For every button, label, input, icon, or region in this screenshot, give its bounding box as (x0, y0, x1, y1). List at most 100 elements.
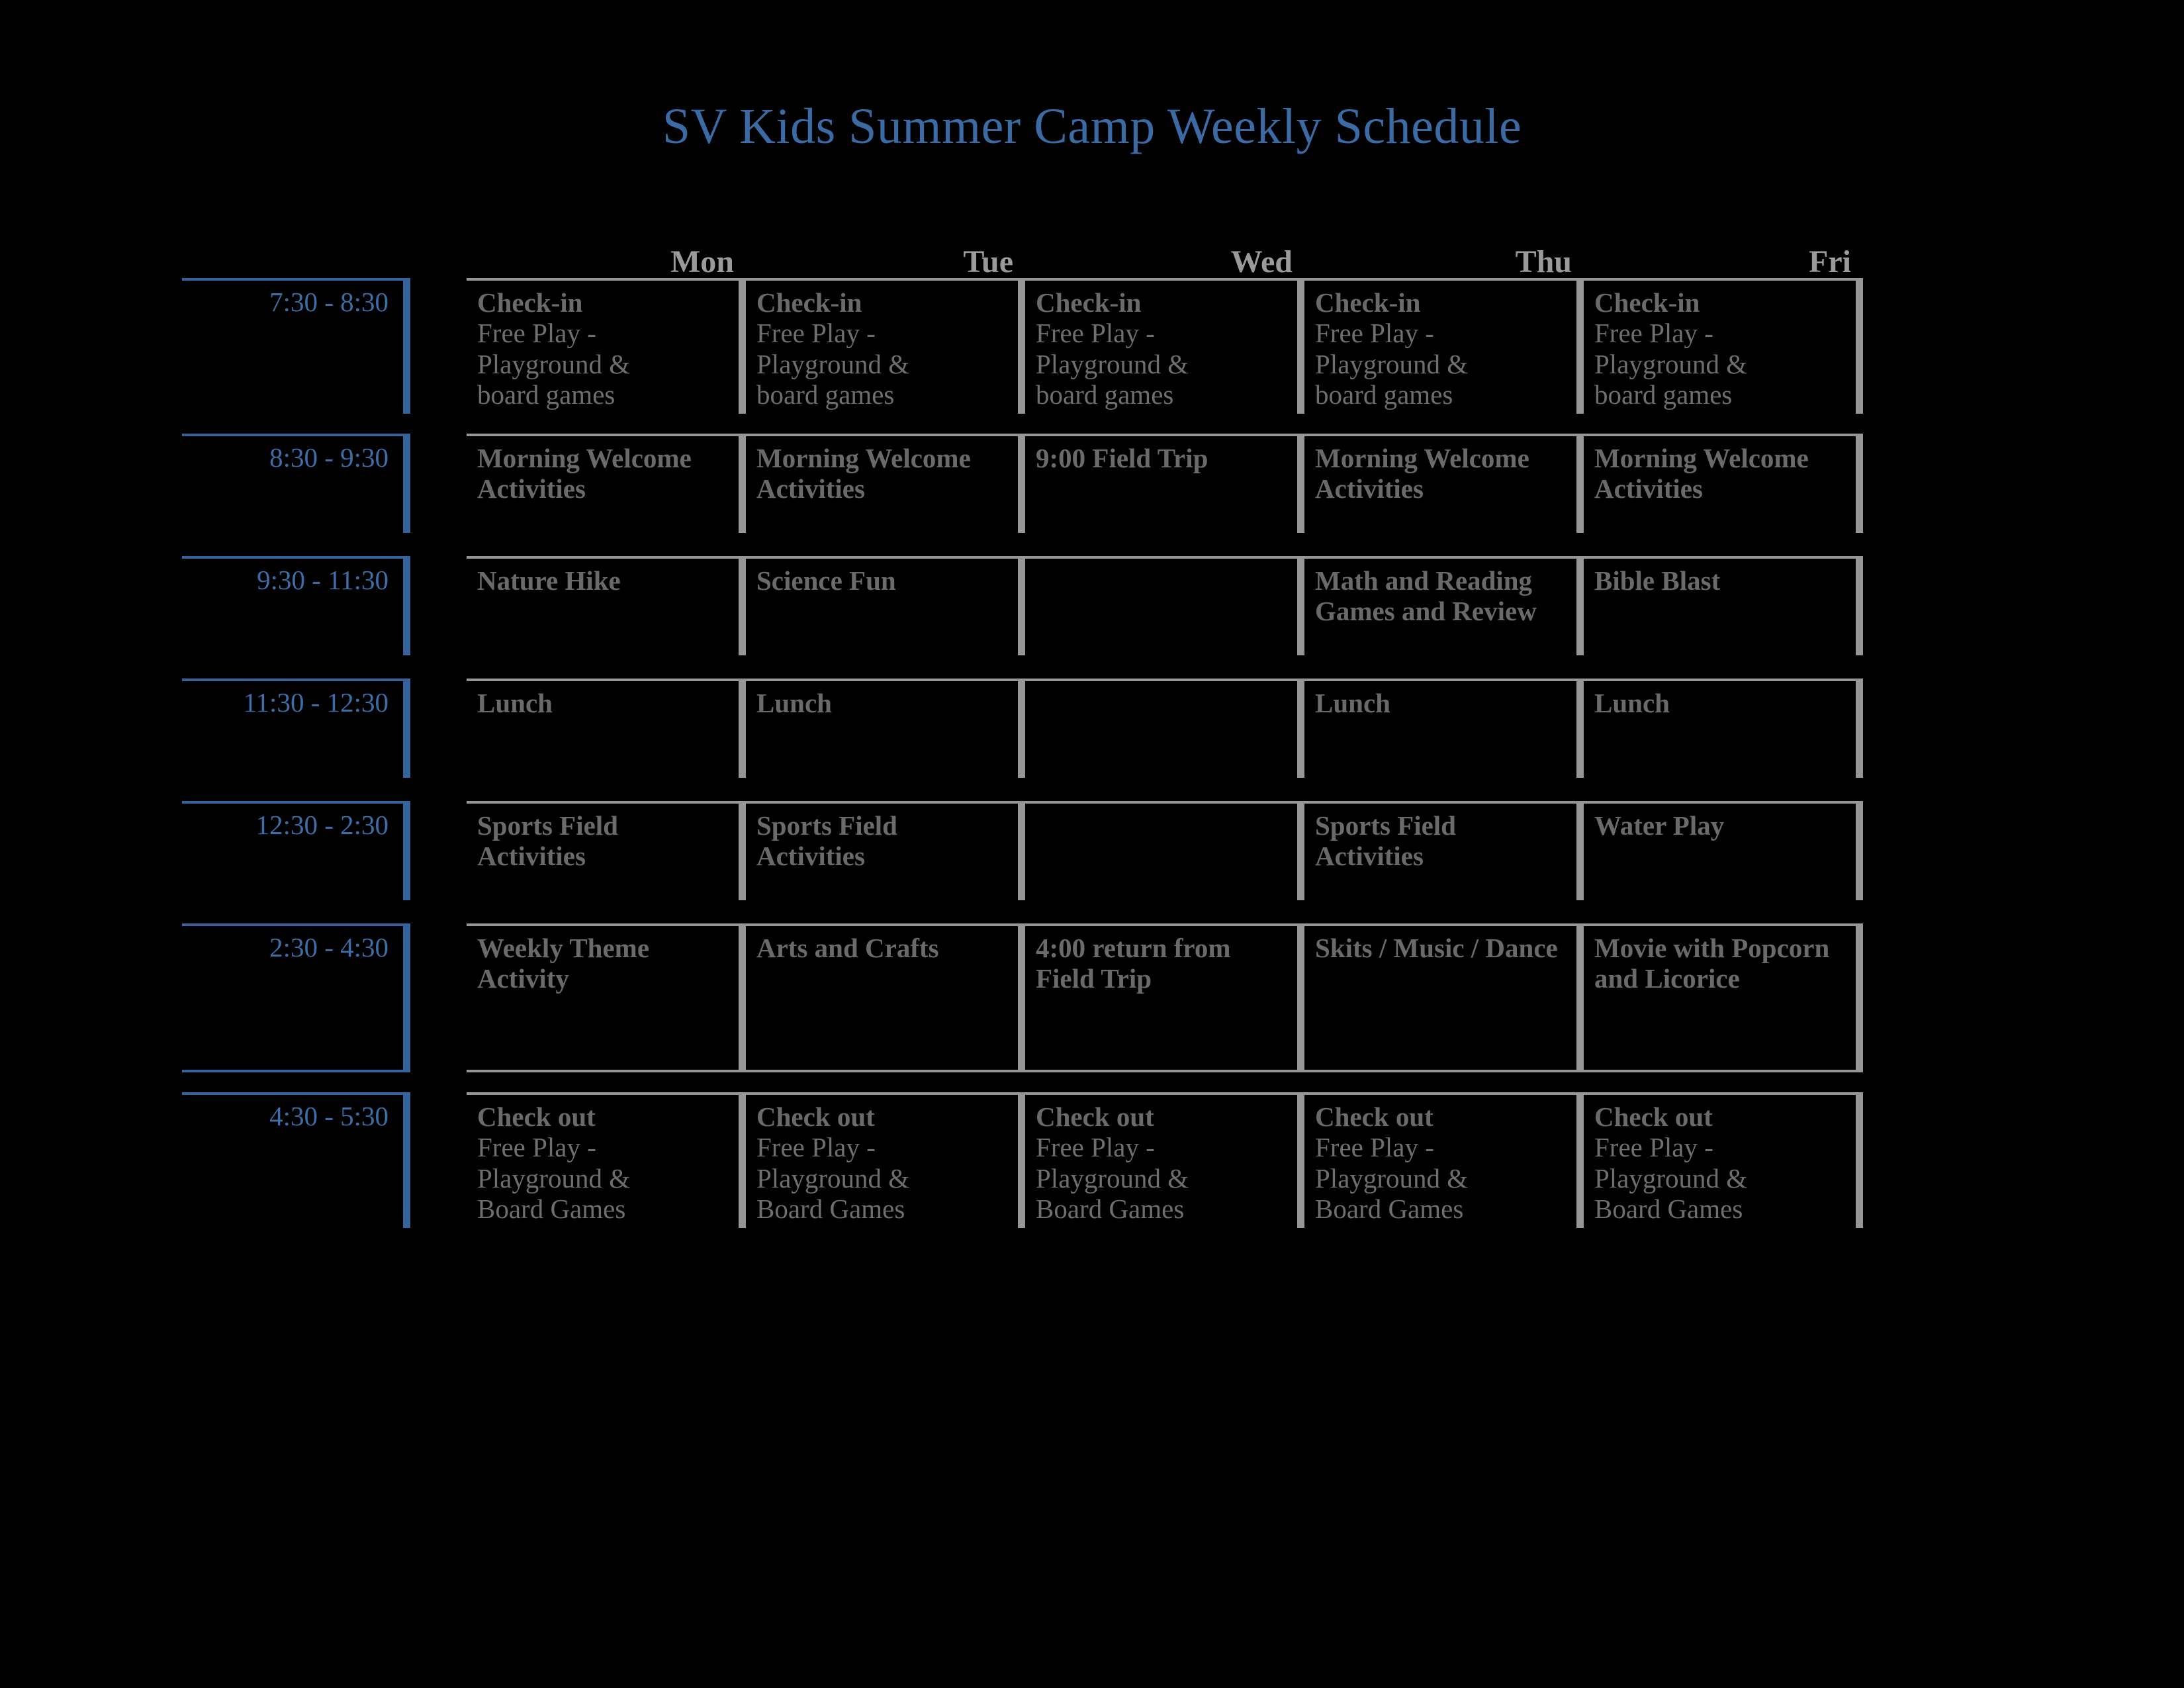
cell-heading: Water Play (1594, 810, 1725, 841)
cell-detail-line: Free Play - (477, 1132, 596, 1163)
row-spacer (182, 533, 1929, 556)
grid-body: 7:30 - 8:30 Check-in Free Play - Playground… (182, 278, 1929, 1228)
schedule-cell[interactable]: Nature Hike (467, 556, 746, 655)
schedule-cell[interactable]: Check-in Free Play - Playground & board gam… (467, 278, 746, 414)
cell-detail-line: Free Play - (477, 318, 596, 349)
schedule-cell[interactable]: Check-in Free Play - Playground & board gam… (746, 278, 1025, 414)
cell-heading: Check-in (477, 287, 583, 318)
cell-heading: Check out (1315, 1102, 1433, 1132)
cell-detail-line: board games (1036, 379, 1174, 410)
row-spacer (182, 414, 1929, 434)
cell-heading: Check-in (756, 287, 862, 318)
cell-detail-line: Playground & (1315, 1162, 1469, 1194)
cell-heading: Morning Welcome Activities (477, 443, 692, 504)
cell-heading: Check out (756, 1102, 875, 1132)
schedule-cell[interactable]: Science Fun (746, 556, 1025, 655)
cell-detail-line: board games (1315, 379, 1453, 410)
time-cell: 7:30 - 8:30 (182, 278, 410, 414)
cell-heading: Check-in (1315, 287, 1421, 318)
cell-detail-line: board games (756, 379, 895, 410)
time-cell: 2:30 - 4:30 (182, 923, 410, 1072)
cell-heading: Morning Welcome Activities (1315, 443, 1529, 504)
schedule-cell[interactable]: Arts and Crafts (746, 923, 1025, 1072)
cell-heading: Lunch (756, 688, 832, 718)
row-spacer (182, 778, 1929, 801)
cell-detail-line: Free Play - (756, 318, 876, 349)
cell-heading: Check-in (1036, 287, 1142, 318)
schedule-cell[interactable] (1025, 679, 1304, 778)
schedule-cell[interactable]: Lunch (467, 679, 746, 778)
schedule-cell[interactable]: Sports Field Activities (1304, 801, 1584, 900)
column-gap (410, 1092, 467, 1228)
cell-heading: Lunch (477, 688, 553, 718)
schedule-cell[interactable]: Water Play (1584, 801, 1863, 900)
schedule-cell[interactable]: Morning Welcome Activities (1584, 434, 1863, 533)
cell-detail-line: Playground & (1036, 1162, 1189, 1194)
schedule-cell[interactable]: 4:00 return from Field Trip (1025, 923, 1304, 1072)
schedule-cell[interactable]: Morning Welcome Activities (1304, 434, 1584, 533)
schedule-cell[interactable]: Sports Field Activities (467, 801, 746, 900)
day-header-thu: Thu (1515, 244, 1572, 279)
cell-detail-line: board games (477, 379, 615, 410)
column-gap (410, 278, 467, 414)
schedule-cell[interactable] (1025, 556, 1304, 655)
schedule-cell[interactable]: Weekly Theme Activity (467, 923, 746, 1072)
cell-heading: Movie with Popcorn and Licorice (1594, 933, 1830, 994)
schedule-cell[interactable]: Check out Free Play - Playground & Board Ga… (1025, 1092, 1304, 1228)
column-gap (410, 556, 467, 655)
schedule-cell[interactable]: Check out Free Play - Playground & Board Ga… (1304, 1092, 1584, 1228)
schedule-cell[interactable]: 9:00 Field Trip (1025, 434, 1304, 533)
schedule-cell[interactable]: Math and Reading Games and Review (1304, 556, 1584, 655)
schedule-cell[interactable]: Check out Free Play - Playground & Board Ga… (1584, 1092, 1863, 1228)
cell-detail-line: Free Play - (1315, 1132, 1434, 1163)
page-title: SV Kids Summer Camp Weekly Schedule (662, 99, 1522, 154)
cell-heading: Lunch (1594, 688, 1670, 718)
schedule-cell[interactable] (1025, 801, 1304, 900)
schedule-cell[interactable]: Bible Blast (1584, 556, 1863, 655)
column-gap (410, 434, 467, 533)
cell-detail-line: Board Games (1036, 1193, 1185, 1224)
row-spacer (182, 900, 1929, 923)
cell-heading: Morning Welcome Activities (756, 443, 971, 504)
time-cell: 12:30 - 2:30 (182, 801, 410, 900)
cell-detail-line: Playground & (1036, 348, 1189, 379)
schedule-cell[interactable]: Lunch (1304, 679, 1584, 778)
cell-detail-line: Free Play - (1594, 318, 1713, 349)
schedule-cell[interactable]: Morning Welcome Activities (467, 434, 746, 533)
schedule-cell[interactable]: Skits / Music / Dance (1304, 923, 1584, 1072)
cell-detail-line: Free Play - (1594, 1132, 1713, 1163)
cell-heading: 9:00 Field Trip (1036, 443, 1208, 473)
cell-detail-line: Playground & (477, 1162, 631, 1194)
schedule-cell[interactable]: Check out Free Play - Playground & Board Ga… (746, 1092, 1025, 1228)
cell-heading: Weekly Theme Activity (477, 933, 650, 994)
row-spacer (182, 655, 1929, 679)
schedule-cell[interactable]: Movie with Popcorn and Licorice (1584, 923, 1863, 1072)
cell-detail-line: Board Games (1594, 1193, 1743, 1224)
cell-heading: Arts and Crafts (756, 933, 939, 963)
cell-detail-line: Board Games (756, 1193, 905, 1224)
column-gap (410, 679, 467, 778)
schedule-cell[interactable]: Check out Free Play - Playground & Board Ga… (467, 1092, 746, 1228)
grid-header-row: Mon Tue Wed Thu Fri (182, 238, 1929, 278)
cell-heading: Check out (477, 1102, 596, 1132)
cell-heading: Sports Field Activities (756, 810, 897, 872)
time-cell: 9:30 - 11:30 (182, 556, 410, 655)
cell-heading: 4:00 return from Field Trip (1036, 933, 1231, 994)
schedule-cell[interactable]: Check-in Free Play - Playground & board gam… (1304, 278, 1584, 414)
cell-heading: Math and Reading Games and Review (1315, 565, 1537, 627)
cell-heading: Sports Field Activities (1315, 810, 1456, 872)
schedule-cell[interactable]: Sports Field Activities (746, 801, 1025, 900)
schedule-cell[interactable]: Morning Welcome Activities (746, 434, 1025, 533)
schedule-cell[interactable]: Check-in Free Play - Playground & board gam… (1025, 278, 1304, 414)
time-cell: 8:30 - 9:30 (182, 434, 410, 533)
schedule-cell[interactable]: Check-in Free Play - Playground & board gam… (1584, 278, 1863, 414)
cell-detail-line: Free Play - (1315, 318, 1434, 349)
schedule-cell[interactable]: Lunch (1584, 679, 1863, 778)
schedule-page: SV Kids Summer Camp Weekly Schedule Mon … (0, 0, 2184, 1688)
cell-heading: Check out (1594, 1102, 1713, 1132)
cell-heading: Science Fun (756, 565, 896, 596)
schedule-grid: Mon Tue Wed Thu Fri 7:30 - 8:30 Check-in F… (182, 238, 1929, 1228)
day-header-tue: Tue (963, 244, 1013, 279)
cell-detail-line: Playground & (1594, 1162, 1748, 1194)
schedule-cell[interactable]: Lunch (746, 679, 1025, 778)
